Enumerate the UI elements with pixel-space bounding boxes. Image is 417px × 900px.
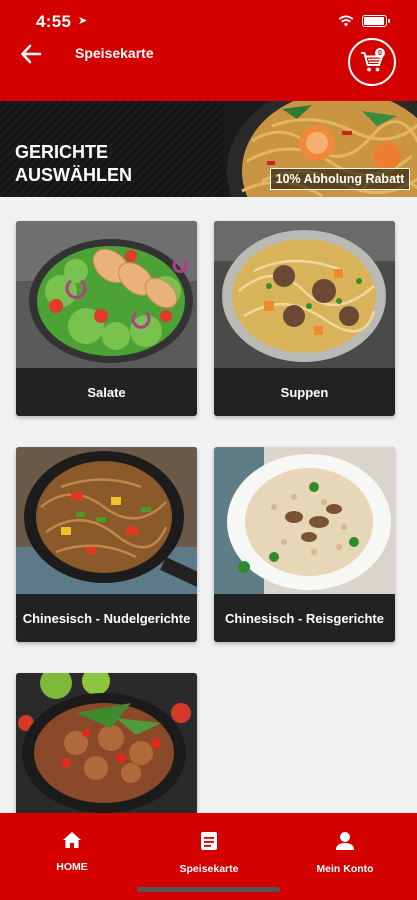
category-card-nudelgerichte[interactable]: Chinesisch - Nudelgerichte [16,447,197,642]
wifi-icon [338,15,354,27]
nav-speisekarte-label: Speisekarte [179,863,239,875]
banner-heading-line1: GERICHTE [15,142,109,162]
category-card-salate[interactable]: Salate [16,221,197,416]
nav-speisekarte[interactable]: Speisekarte [172,831,246,875]
category-label: Salate [87,384,126,400]
status-icons [338,15,390,27]
page-title: Speisekarte [75,45,154,61]
soup-image [214,221,395,368]
home-indicator [137,887,280,892]
nav-account-label: Mein Konto [316,863,374,875]
banner-heading: GERICHTE AUSWÄHLEN [15,141,132,187]
nav-home-label: HOME [56,861,88,873]
nav-account[interactable]: Mein Konto [312,831,378,875]
promo-badge: 10% Abholung Rabatt [270,168,410,190]
category-label: Suppen [280,384,329,400]
category-card-suppen[interactable]: Suppen [214,221,395,416]
chicken-dish-image [16,673,197,820]
user-icon [336,832,354,850]
noodle-pan-image [16,447,197,594]
category-card-5[interactable] [16,673,197,820]
back-button[interactable] [20,43,44,65]
nav-home[interactable]: HOME [40,831,104,873]
cart-count-badge: 0 [375,48,385,58]
rice-mushroom-image [214,447,395,594]
salad-image [16,221,197,368]
category-label: Chinesisch - Reisgerichte [225,610,384,626]
status-time: 4:55 [36,12,72,31]
banner-heading-line2: AUSWÄHLEN [15,165,132,185]
battery-icon [362,15,390,27]
arrow-left-icon [21,44,42,64]
location-arrow-icon: ➤ [78,15,88,27]
menu-document-icon [201,832,217,850]
category-card-reisgerichte[interactable]: Chinesisch - Reisgerichte [214,447,395,642]
category-label: Chinesisch - Nudelgerichte [22,610,191,626]
category-banner: GERICHTE AUSWÄHLEN 10% Abholung Rabatt [0,101,417,197]
app-header: 4:55 ➤ Speisekarte 0 [0,0,417,101]
cart-button[interactable]: 0 [348,38,396,86]
home-icon [63,832,81,848]
